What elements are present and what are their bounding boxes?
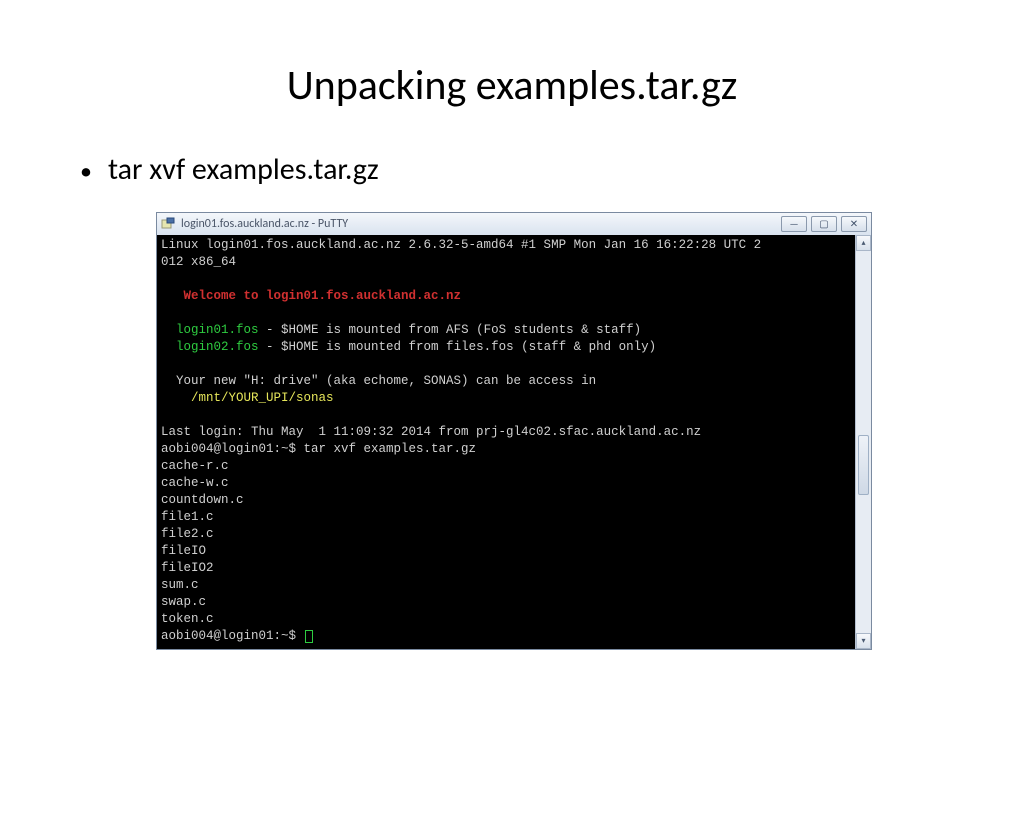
terminal-line: Welcome to login01.fos.auckland.ac.nz	[161, 289, 461, 303]
bullet-text: tar xvf examples.tar.gz	[108, 151, 379, 188]
terminal-line: 012 x86_64	[161, 255, 236, 269]
maximize-button[interactable]: ▢	[811, 216, 837, 232]
host-name: login01.fos	[176, 323, 259, 337]
putty-app-icon	[161, 217, 175, 231]
terminal-line: file1.c	[161, 510, 214, 524]
host-name: login02.fos	[176, 340, 259, 354]
terminal-line: /mnt/YOUR_UPI/sonas	[161, 391, 334, 405]
terminal-line: Last login: Thu May 1 11:09:32 2014 from…	[161, 425, 701, 439]
terminal-output[interactable]: Linux login01.fos.auckland.ac.nz 2.6.32-…	[157, 235, 855, 649]
terminal-line: file2.c	[161, 527, 214, 541]
putty-window: login01.fos.auckland.ac.nz - PuTTY — ▢ ✕…	[156, 212, 872, 650]
cursor-icon	[305, 630, 313, 643]
close-button[interactable]: ✕	[841, 216, 867, 232]
terminal-line: login01.fos - $HOME is mounted from AFS …	[161, 323, 641, 337]
terminal-line: swap.c	[161, 595, 206, 609]
terminal-line: countdown.c	[161, 493, 244, 507]
terminal-line: Linux login01.fos.auckland.ac.nz 2.6.32-…	[161, 238, 761, 252]
terminal-line: fileIO	[161, 544, 206, 558]
slide-title: Unpacking examples.tar.gz	[0, 60, 1024, 111]
sonas-path: /mnt/YOUR_UPI/sonas	[191, 391, 334, 405]
welcome-banner: Welcome to login01.fos.auckland.ac.nz	[184, 289, 462, 303]
window-titlebar: login01.fos.auckland.ac.nz - PuTTY — ▢ ✕	[157, 213, 871, 235]
scroll-up-button[interactable]: ▴	[856, 235, 871, 251]
shell-prompt: aobi004@login01:~$	[161, 629, 304, 643]
terminal-line: token.c	[161, 612, 214, 626]
terminal-line: login02.fos - $HOME is mounted from file…	[161, 340, 656, 354]
scroll-thumb[interactable]	[858, 435, 869, 495]
scrollbar[interactable]: ▴ ▾	[855, 235, 871, 649]
window-controls: — ▢ ✕	[781, 216, 867, 232]
terminal-line: aobi004@login01:~$ tar xvf examples.tar.…	[161, 442, 476, 456]
window-title: login01.fos.auckland.ac.nz - PuTTY	[181, 217, 775, 231]
shell-prompt: aobi004@login01:~$	[161, 442, 304, 456]
terminal-line: cache-r.c	[161, 459, 229, 473]
terminal-line: sum.c	[161, 578, 199, 592]
bullet-item: • tar xvf examples.tar.gz	[80, 151, 1024, 188]
terminal-line: cache-w.c	[161, 476, 229, 490]
bullet-dot-icon: •	[80, 160, 92, 184]
scroll-down-button[interactable]: ▾	[856, 633, 871, 649]
terminal-line: aobi004@login01:~$	[161, 629, 313, 643]
terminal-line: Your new "H: drive" (aka echome, SONAS) …	[161, 374, 596, 388]
shell-command: tar xvf examples.tar.gz	[304, 442, 477, 456]
terminal-line: fileIO2	[161, 561, 214, 575]
minimize-button[interactable]: —	[781, 216, 807, 232]
window-body: Linux login01.fos.auckland.ac.nz 2.6.32-…	[157, 235, 871, 649]
